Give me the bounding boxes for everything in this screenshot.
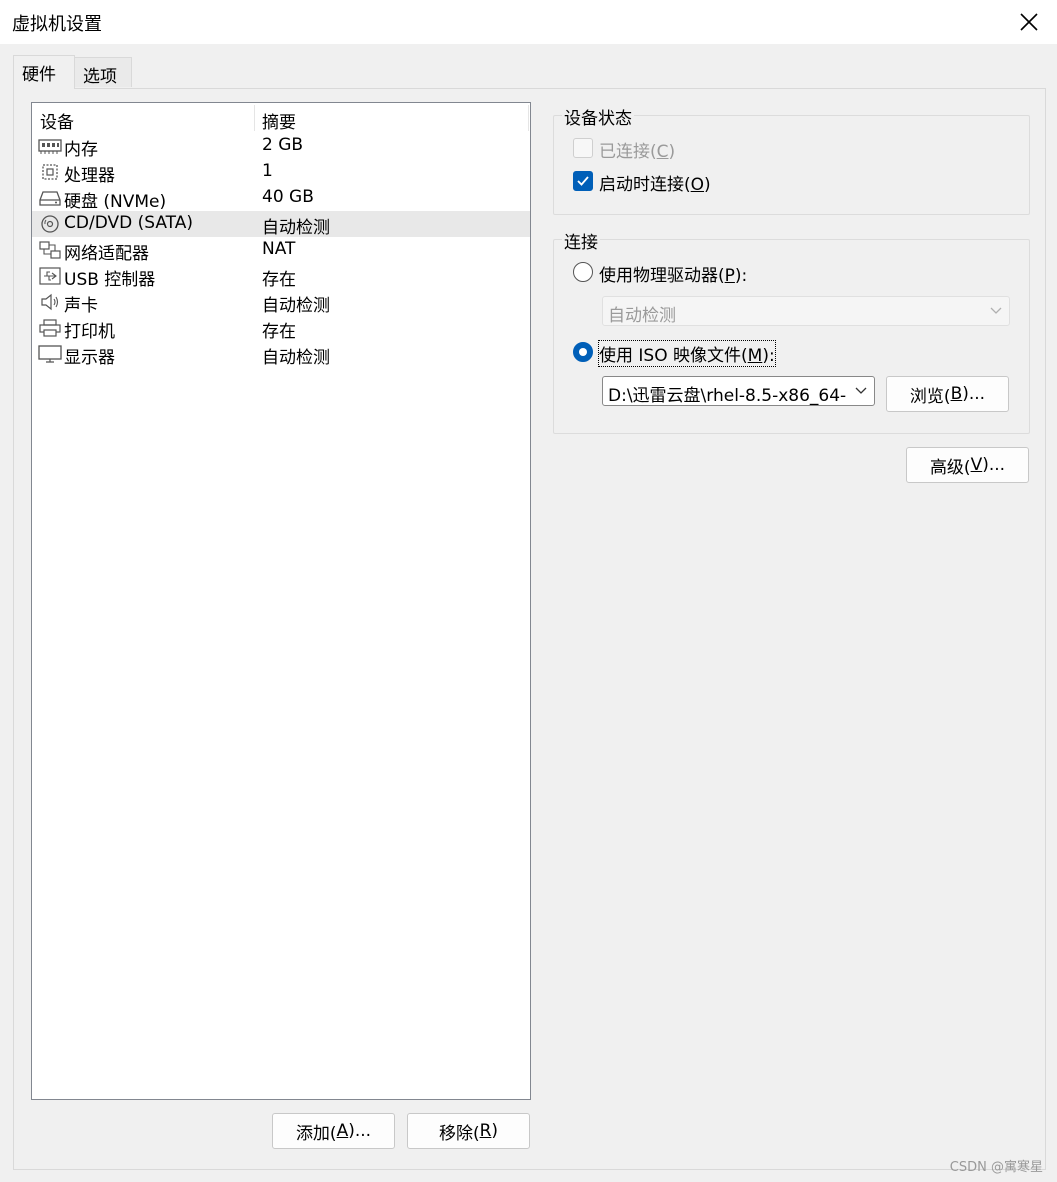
device-status-title: 设备状态	[562, 104, 634, 129]
connection-title: 连接	[562, 228, 600, 253]
advanced-button[interactable]: 高级(V)...	[906, 447, 1029, 483]
close-icon	[1020, 13, 1038, 31]
close-button[interactable]	[1007, 4, 1051, 40]
device-name: 声卡	[64, 296, 98, 316]
connect-at-power-on-label: 启动时连接(O)	[599, 175, 711, 195]
connect-at-power-on-checkbox[interactable]	[573, 171, 593, 191]
device-row-usb[interactable]: USB 控制器 存在	[32, 263, 530, 290]
browse-button[interactable]: 浏览(B)...	[886, 376, 1009, 412]
physical-drive-radio[interactable]	[573, 262, 593, 282]
device-status-group	[553, 115, 1030, 215]
device-name: 网络适配器	[64, 244, 149, 264]
device-name: CD/DVD (SATA)	[64, 213, 193, 233]
device-summary: 自动检测	[262, 218, 330, 238]
column-header-device[interactable]: 设备	[40, 108, 74, 133]
device-list[interactable]: 设备 摘要 内存 2 GB 处理器 1 硬盘 (NVMe) 40 GB CD/D…	[31, 102, 531, 1100]
device-name: USB 控制器	[64, 270, 156, 290]
device-row-hard-disk[interactable]: 硬盘 (NVMe) 40 GB	[32, 185, 530, 212]
physical-drive-value: 自动检测	[608, 306, 676, 326]
physical-drive-select[interactable]: 自动检测	[602, 296, 1010, 326]
device-summary: NAT	[262, 239, 296, 259]
network-adapter-icon	[39, 241, 61, 259]
device-summary: 自动检测	[262, 348, 330, 368]
add-button[interactable]: 添加(A)...	[272, 1113, 395, 1149]
checkmark-icon	[577, 176, 589, 186]
connected-checkbox[interactable]	[573, 138, 593, 158]
memory-icon	[38, 139, 62, 154]
column-divider[interactable]	[528, 105, 529, 131]
device-row-cd-dvd[interactable]: CD/DVD (SATA) 自动检测	[32, 211, 530, 238]
window-title: 虚拟机设置	[12, 14, 102, 35]
device-summary: 1	[262, 161, 273, 181]
printer-icon	[39, 319, 61, 337]
device-summary: 存在	[262, 270, 296, 290]
watermark: CSDN @寓寒星	[949, 1160, 1043, 1175]
device-name: 处理器	[64, 166, 115, 186]
chevron-down-icon	[855, 387, 867, 394]
device-summary: 40 GB	[262, 187, 314, 207]
connected-label: 已连接(C)	[599, 142, 676, 162]
iso-path-combo[interactable]: D:\迅雷云盘\rhel-8.5-x86_64-	[602, 376, 875, 406]
device-row-processor[interactable]: 处理器 1	[32, 159, 530, 186]
tab-hardware[interactable]: 硬件	[13, 55, 75, 89]
device-summary: 自动检测	[262, 296, 330, 316]
iso-image-radio[interactable]	[573, 342, 593, 362]
physical-drive-label: 使用物理驱动器(P):	[599, 266, 748, 286]
iso-path-value: D:\迅雷云盘\rhel-8.5-x86_64-	[608, 386, 847, 406]
column-divider[interactable]	[254, 105, 255, 131]
device-row-sound-card[interactable]: 声卡 自动检测	[32, 289, 530, 316]
chevron-down-icon	[990, 307, 1002, 314]
processor-icon	[42, 164, 58, 180]
device-name: 硬盘 (NVMe)	[64, 192, 167, 212]
cd-dvd-icon	[41, 215, 59, 233]
sound-card-icon	[41, 293, 59, 311]
device-name: 打印机	[64, 322, 115, 342]
title-bar: 虚拟机设置	[0, 0, 1057, 44]
usb-icon	[39, 267, 61, 285]
iso-image-label: 使用 ISO 映像文件(M):	[598, 340, 776, 367]
device-row-memory[interactable]: 内存 2 GB	[32, 133, 530, 160]
tab-options[interactable]: 选项	[74, 57, 132, 87]
device-row-network-adapter[interactable]: 网络适配器 NAT	[32, 237, 530, 264]
hard-disk-icon	[39, 191, 61, 206]
device-row-display[interactable]: 显示器 自动检测	[32, 341, 530, 368]
device-name: 内存	[64, 140, 98, 160]
list-header: 设备 摘要	[32, 103, 530, 133]
device-summary: 2 GB	[262, 135, 304, 155]
remove-button[interactable]: 移除(R)	[407, 1113, 530, 1149]
display-icon	[38, 345, 62, 363]
device-summary: 存在	[262, 322, 296, 342]
device-name: 显示器	[64, 348, 115, 368]
device-row-printer[interactable]: 打印机 存在	[32, 315, 530, 342]
column-header-summary[interactable]: 摘要	[262, 108, 296, 133]
